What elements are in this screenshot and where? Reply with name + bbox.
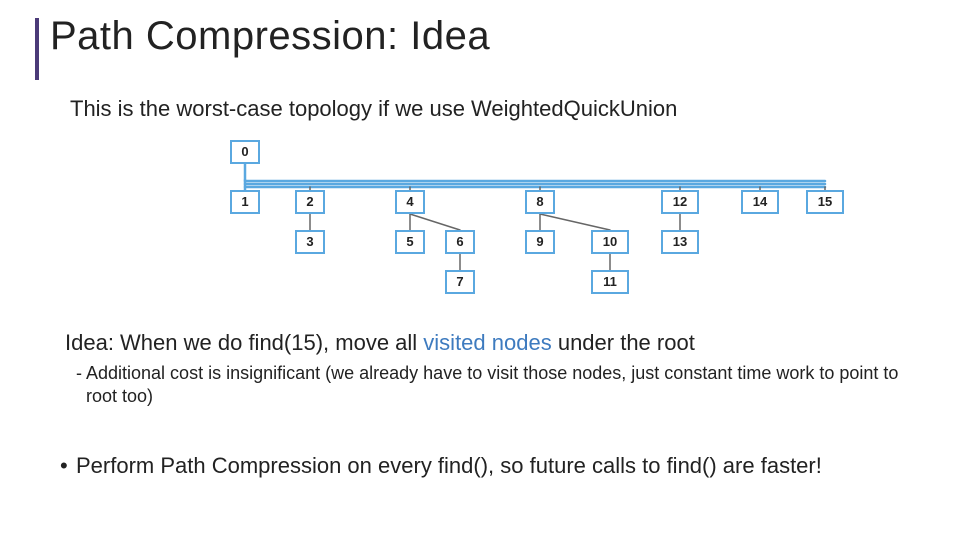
node-4: 4	[395, 190, 425, 214]
node-9: 9	[525, 230, 555, 254]
node-1: 1	[230, 190, 260, 214]
bullet-compress: Perform Path Compression on every find()…	[76, 452, 930, 480]
idea-suffix: under the root	[552, 330, 695, 355]
node-13: 13	[661, 230, 699, 254]
node-7: 7	[445, 270, 475, 294]
slide: Path Compression: Idea This is the worst…	[0, 0, 960, 540]
slide-subtitle: This is the worst-case topology if we us…	[70, 96, 677, 122]
node-14: 14	[741, 190, 779, 214]
idea-line: Idea: When we do find(15), move all visi…	[65, 330, 695, 356]
node-5: 5	[395, 230, 425, 254]
node-15: 15	[806, 190, 844, 214]
idea-note: - Additional cost is insignificant (we a…	[76, 362, 930, 407]
tree-diagram: 0 1 2 3 4 5 6 7 8 9 10 11 12 13 14 15	[0, 140, 960, 315]
slide-title: Path Compression: Idea	[50, 14, 490, 59]
node-2: 2	[295, 190, 325, 214]
node-6: 6	[445, 230, 475, 254]
tree-edges	[0, 140, 960, 320]
node-3: 3	[295, 230, 325, 254]
node-12: 12	[661, 190, 699, 214]
node-0: 0	[230, 140, 260, 164]
node-10: 10	[591, 230, 629, 254]
idea-highlight: visited nodes	[423, 330, 551, 355]
title-accent	[35, 18, 39, 80]
node-8: 8	[525, 190, 555, 214]
node-11: 11	[591, 270, 629, 294]
idea-prefix: Idea: When we do find(15), move all	[65, 330, 423, 355]
